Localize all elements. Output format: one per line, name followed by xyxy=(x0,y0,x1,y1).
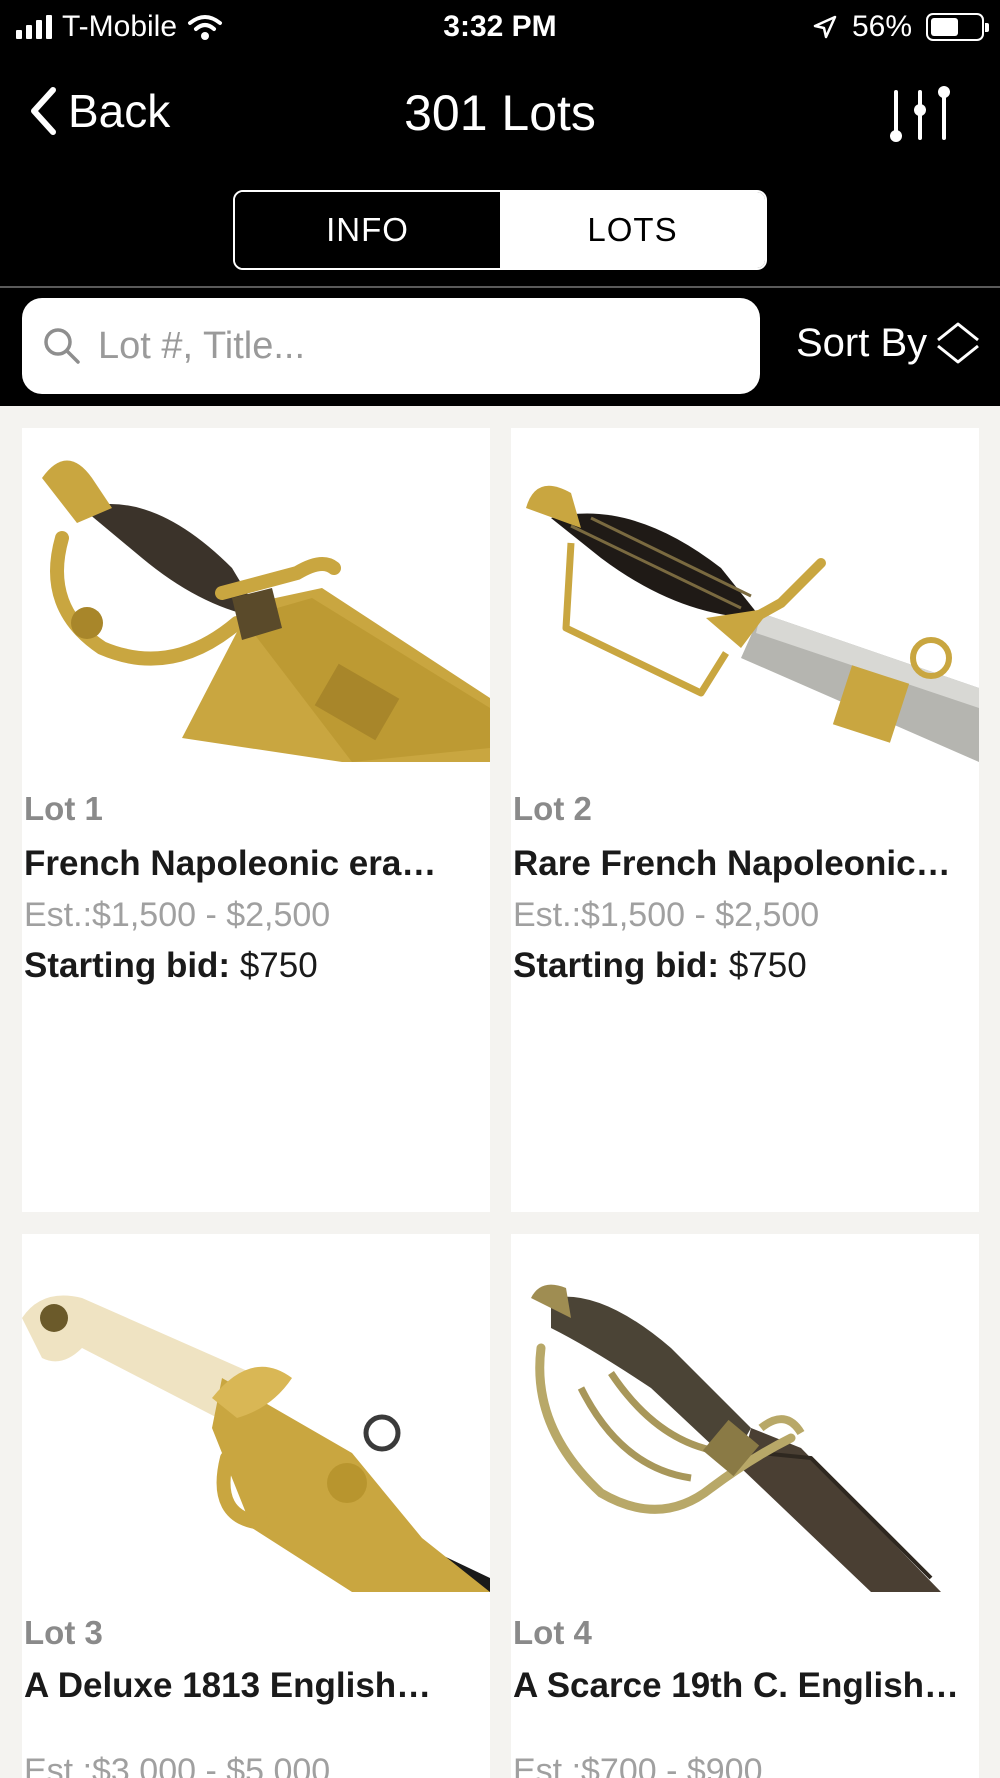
filter-sliders-icon[interactable] xyxy=(888,78,952,144)
back-button[interactable]: Back xyxy=(28,84,170,138)
sort-by-label: Sort By xyxy=(796,320,928,365)
app-header: T-Mobile 3:32 PM 56% Back 301 Lots INFO … xyxy=(0,0,1000,406)
lot-card[interactable]: Lot 2 Rare French Napoleonic… Est.:$1,50… xyxy=(511,428,979,1212)
tab-lots[interactable]: LOTS xyxy=(500,192,765,268)
lot-title: French Napoleonic era… xyxy=(24,844,437,883)
lot-title: A Deluxe 1813 English… xyxy=(24,1666,432,1705)
starting-bid-value: $750 xyxy=(719,946,807,985)
header-divider xyxy=(0,286,1000,288)
starting-bid: Starting bid: $750 xyxy=(24,946,318,986)
lot-estimate: Est.:$3,000 - $5,000 xyxy=(24,1752,331,1778)
lot-number: Lot 4 xyxy=(513,1614,592,1651)
search-bar xyxy=(22,298,760,394)
search-icon xyxy=(44,328,80,364)
starting-bid: Starting bid: $750 xyxy=(513,946,807,986)
lot-number: Lot 3 xyxy=(24,1614,103,1651)
back-label: Back xyxy=(68,85,171,137)
lot-number: Lot 2 xyxy=(513,790,592,827)
info-lots-segmented-control: INFO LOTS xyxy=(233,190,767,270)
sort-by-button[interactable]: Sort By xyxy=(796,320,981,366)
lot-estimate: Est.:$1,500 - $2,500 xyxy=(24,896,331,934)
lot-card[interactable]: Lot 4 A Scarce 19th C. English… Est.:$70… xyxy=(511,1234,979,1778)
lot-estimate: Est.:$1,500 - $2,500 xyxy=(513,896,820,934)
lot-number: Lot 1 xyxy=(24,790,103,827)
battery-icon xyxy=(926,13,989,41)
lot-card[interactable]: Lot 1 French Napoleonic era… Est.:$1,500… xyxy=(22,428,490,1212)
battery-percent: 56% xyxy=(851,10,912,43)
location-arrow-icon xyxy=(813,15,837,39)
starting-bid-value: $750 xyxy=(230,946,318,985)
chevron-left-icon xyxy=(31,87,56,135)
lot-image xyxy=(511,1278,979,1592)
lot-title: Rare French Napoleonic… xyxy=(513,844,951,883)
lot-estimate: Est.:$700 - $900 xyxy=(513,1752,763,1778)
status-right: 56% xyxy=(812,10,989,44)
starting-bid-label: Starting bid: xyxy=(24,946,231,985)
lot-image xyxy=(22,1278,490,1592)
status-bar: T-Mobile 3:32 PM 56% xyxy=(0,0,1000,56)
battery-level-fill xyxy=(931,18,958,36)
nav-bar: Back 301 Lots xyxy=(0,66,1000,158)
search-input[interactable] xyxy=(98,324,718,368)
lot-title: A Scarce 19th C. English… xyxy=(513,1666,960,1705)
lot-card[interactable]: Lot 3 A Deluxe 1813 English… Est.:$3,000… xyxy=(22,1234,490,1778)
lot-image xyxy=(511,448,979,762)
starting-bid-label: Starting bid: xyxy=(513,946,720,985)
tab-info[interactable]: INFO xyxy=(235,192,500,268)
lot-image xyxy=(22,448,490,762)
sort-diamond-icon xyxy=(937,322,980,364)
